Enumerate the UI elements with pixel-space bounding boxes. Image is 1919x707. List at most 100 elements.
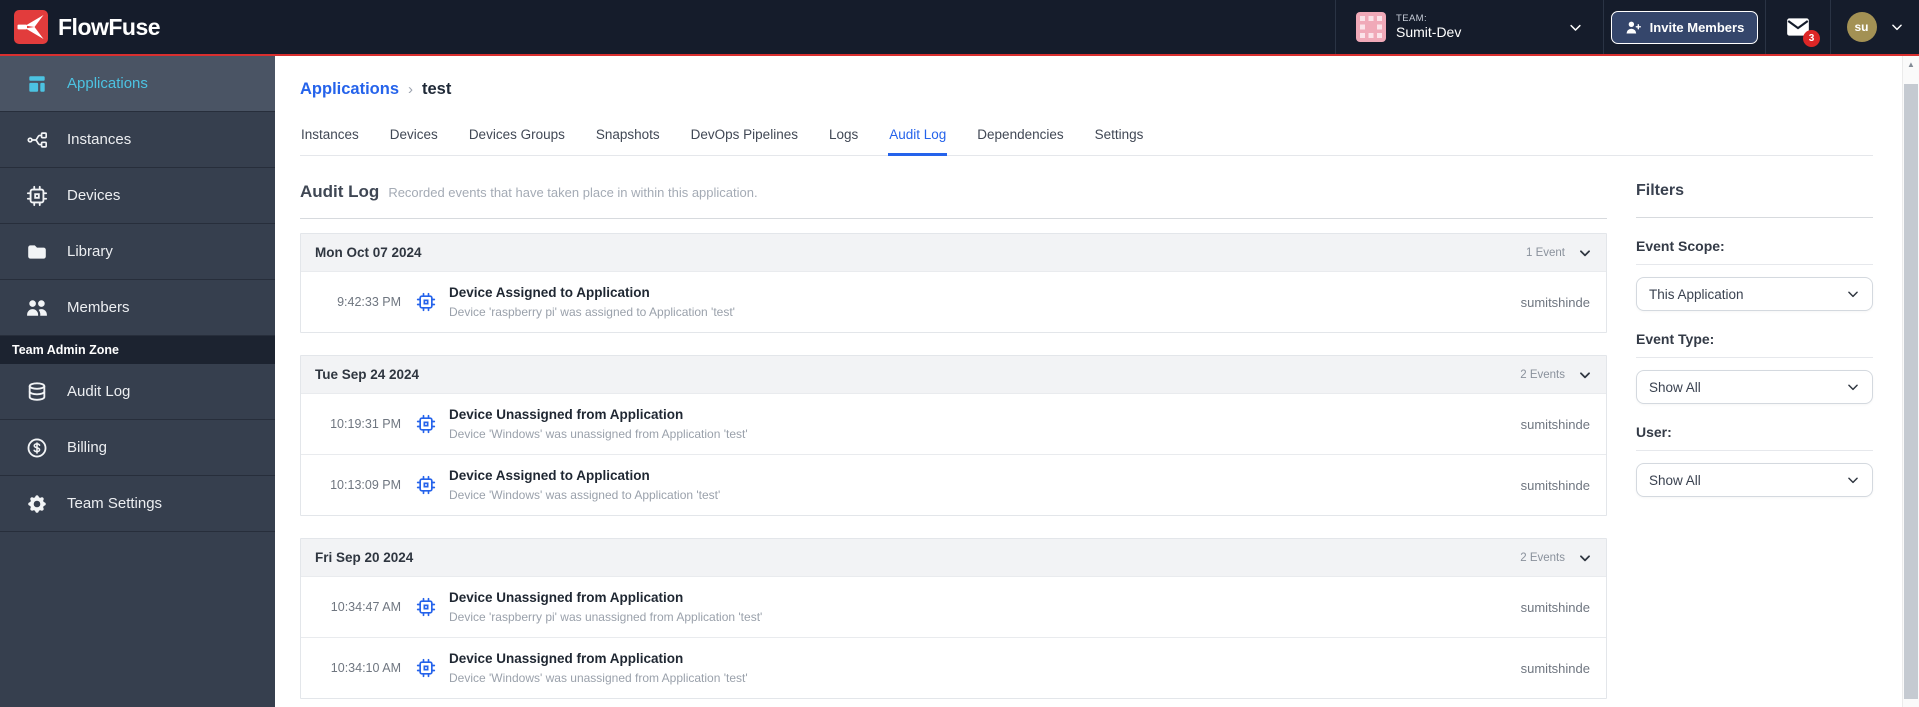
event-time: 10:34:47 AM [330,600,401,614]
event-description: Device 'raspberry pi' was assigned to Ap… [449,305,735,319]
event-user: sumitshinde [1520,599,1590,615]
event-body: Device Assigned to Application Device 'W… [449,467,1521,503]
event-type-select[interactable]: Show All [1636,370,1873,404]
sidebar-item-label: Devices [67,187,121,204]
breadcrumb-current: test [422,80,452,98]
event-count-label: 1 Event [1526,246,1565,259]
event-description: Device 'Windows' was assigned to Applica… [449,488,721,502]
chevron-down-icon [1846,473,1860,487]
tab-devops-pipelines[interactable]: DevOps Pipelines [690,121,799,156]
filter-label: Event Scope: [1636,238,1873,265]
select-value: This Application [1649,286,1744,302]
filter-event-type: Event Type: Show All [1636,331,1873,404]
audit-event-row: 10:19:31 PM Device Unassigned from Appli… [301,393,1606,454]
sidebar-item-applications[interactable]: Applications [0,56,275,112]
brand-name: FlowFuse [58,13,161,40]
event-user: sumitshinde [1520,477,1590,493]
tab-dependencies[interactable]: Dependencies [976,121,1064,156]
event-time: 10:13:09 PM [330,478,401,492]
audit-log-groups: Mon Oct 07 2024 1 Event 9:42:33 PM Devic… [300,233,1607,699]
event-user: sumitshinde [1520,416,1590,432]
audit-event-row: 10:34:10 AM Device Unassigned from Appli… [301,637,1606,698]
user-select[interactable]: Show All [1636,463,1873,497]
tab-instances[interactable]: Instances [300,121,360,156]
chevron-down-icon [1568,20,1583,35]
event-group-meta: 1 Event [1526,246,1592,260]
invite-members-button[interactable]: Invite Members [1610,10,1759,44]
event-time: 10:34:10 AM [330,661,401,675]
event-title: Device Unassigned from Application [449,590,684,605]
event-title: Device Assigned to Application [449,468,650,483]
device-chip-icon [416,292,436,312]
avatar: su [1846,12,1877,42]
event-group-header[interactable]: Fri Sep 20 2024 2 Events [301,539,1606,576]
event-title: Device Unassigned from Application [449,407,684,422]
tab-devices-groups[interactable]: Devices Groups [468,121,566,156]
event-scope-select[interactable]: This Application [1636,277,1873,311]
event-time: 9:42:33 PM [337,295,401,309]
sidebar-item-instances[interactable]: Instances [0,112,275,168]
tab-audit-log[interactable]: Audit Log [888,121,948,156]
scrollbar-up-arrow[interactable]: ▲ [1903,56,1919,73]
event-group-meta: 2 Events [1520,551,1592,565]
user-plus-icon [1625,19,1642,36]
mail-icon[interactable]: 3 [1785,14,1820,47]
event-body: Device Unassigned from Application Devic… [449,406,1521,442]
breadcrumb-applications-link[interactable]: Applications [300,80,399,99]
select-value: Show All [1649,379,1701,395]
notifications-section: 3 [1765,0,1830,54]
invite-members-label: Invite Members [1649,19,1745,35]
sidebar-item-devices[interactable]: Devices [0,168,275,224]
device-chip-icon [416,658,436,678]
chevron-down-icon [1578,368,1592,382]
device-chip-icon [416,414,436,434]
audit-log-subtitle: Recorded events that have taken place in… [388,185,758,200]
tab-devices[interactable]: Devices [389,121,439,156]
event-group-date: Fri Sep 20 2024 [315,550,414,565]
tab-snapshots[interactable]: Snapshots [595,121,661,156]
sidebar-item-billing[interactable]: Billing [0,420,275,476]
event-group: Mon Oct 07 2024 1 Event 9:42:33 PM Devic… [300,233,1607,333]
scrollbar-thumb[interactable] [1904,84,1918,699]
billing-dollar-icon [26,437,48,459]
event-group-meta: 2 Events [1520,368,1592,382]
audit-log-database-icon [26,381,48,403]
chevron-down-icon [1890,20,1904,34]
tab-logs[interactable]: Logs [828,121,859,156]
breadcrumb: Applications › test [300,80,1873,99]
top-navbar: FlowFuse TEAM: Sumit-Dev Invite Members … [0,0,1919,56]
event-group: Tue Sep 24 2024 2 Events 10:19:31 PM Dev… [300,355,1607,516]
filter-user: User: Show All [1636,424,1873,497]
sidebar-item-label: Billing [67,439,108,456]
members-icon [26,297,48,319]
event-group-header[interactable]: Tue Sep 24 2024 2 Events [301,356,1606,393]
sidebar-item-team-settings[interactable]: Team Settings [0,476,275,532]
sidebar-item-library[interactable]: Library [0,224,275,280]
flowfuse-logo[interactable]: FlowFuse [0,10,161,44]
sidebar-item-label: Members [67,299,130,316]
event-group-date: Mon Oct 07 2024 [315,245,422,260]
sidebar-item-label: Team Settings [67,495,163,512]
event-group-date: Tue Sep 24 2024 [315,367,420,382]
event-title: Device Assigned to Application [449,285,650,300]
event-count-label: 2 Events [1520,551,1565,564]
device-chip-icon [416,475,436,495]
chevron-down-icon [1846,287,1860,301]
event-count-label: 2 Events [1520,368,1565,381]
sidebar-item-audit-log[interactable]: Audit Log [0,364,275,420]
audit-log-title: Audit Log [300,182,380,201]
vertical-scrollbar[interactable]: ▲ [1902,56,1919,707]
event-body: Device Assigned to Application Device 'r… [449,284,1521,320]
main-content: Applications › test Instances Devices De… [275,56,1902,707]
team-avatar [1356,12,1386,42]
chevron-down-icon [1846,380,1860,394]
tab-settings[interactable]: Settings [1094,121,1145,156]
devices-icon [26,185,48,207]
filters-title: Filters [1636,182,1873,218]
event-group-header[interactable]: Mon Oct 07 2024 1 Event [301,234,1606,271]
audit-event-row: 10:34:47 AM Device Unassigned from Appli… [301,576,1606,637]
sidebar-item-members[interactable]: Members [0,280,275,336]
event-description: Device 'raspberry pi' was unassigned fro… [449,610,763,624]
team-selector[interactable]: TEAM: Sumit-Dev [1335,0,1603,54]
user-menu[interactable]: su [1830,0,1919,54]
